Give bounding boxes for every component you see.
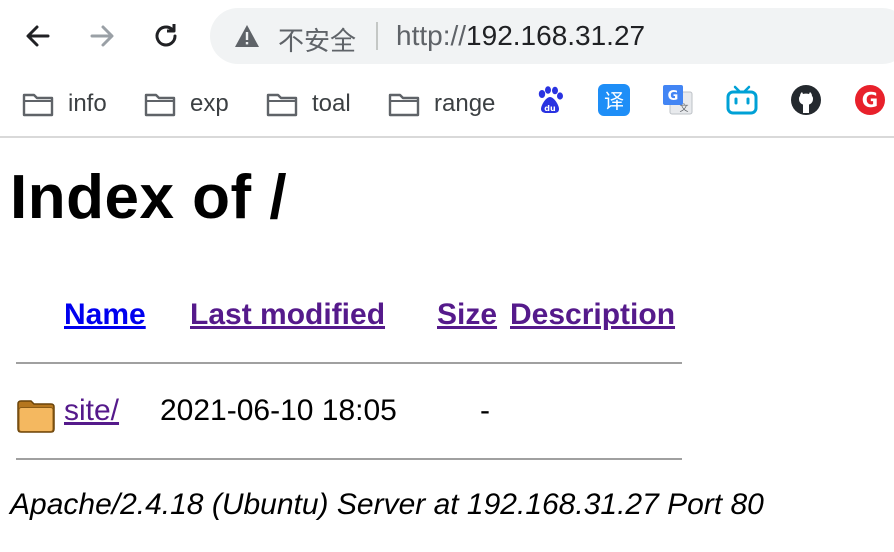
- sort-by-last-modified-link[interactable]: Last modified: [190, 298, 385, 332]
- svg-text:G: G: [862, 88, 878, 112]
- folder-icon: [388, 93, 420, 117]
- bilibili-icon[interactable]: [726, 84, 758, 116]
- bookmark-info[interactable]: info: [22, 84, 107, 124]
- forward-arrow-icon: [90, 25, 114, 47]
- browser-toolbar: 不安全 http://192.168.31.27: [0, 0, 894, 72]
- google-translate-icon[interactable]: G 文: [662, 84, 694, 116]
- forward-button[interactable]: [80, 14, 124, 58]
- size-value: -: [480, 394, 490, 427]
- address-bar[interactable]: 不安全 http://192.168.31.27: [210, 8, 894, 64]
- url-scheme: http://: [396, 20, 467, 51]
- warning-icon[interactable]: [234, 24, 260, 48]
- sort-by-description-link[interactable]: Description: [510, 298, 675, 332]
- bookmark-range[interactable]: range: [388, 84, 495, 124]
- folder-icon: [144, 93, 176, 117]
- url-text[interactable]: http://192.168.31.27: [396, 20, 645, 52]
- page-title: Index of /: [10, 163, 288, 232]
- directory-link[interactable]: site/: [64, 394, 119, 428]
- back-arrow-icon: [26, 25, 50, 47]
- bookmark-toal[interactable]: toal: [266, 84, 351, 124]
- bookmark-label: info: [68, 90, 107, 117]
- sort-by-name-link[interactable]: Name: [64, 298, 146, 332]
- not-secure-label[interactable]: 不安全: [278, 21, 356, 58]
- svg-text:文: 文: [679, 102, 688, 114]
- folder-icon: [266, 93, 298, 117]
- bookmarks-bar: info exp toal range: [0, 72, 894, 138]
- back-button[interactable]: [16, 14, 60, 58]
- url-host: 192.168.31.27: [466, 20, 646, 51]
- svg-text:G: G: [668, 89, 679, 104]
- header-divider: [16, 362, 682, 364]
- reload-button[interactable]: [144, 14, 188, 58]
- folder-icon: [17, 400, 55, 433]
- footer-divider: [16, 458, 682, 460]
- address-separator: [376, 22, 378, 50]
- bookmark-label: toal: [312, 90, 351, 117]
- svg-text:译: 译: [604, 89, 624, 113]
- bookmark-label: exp: [190, 90, 229, 117]
- svg-text:du: du: [544, 104, 556, 113]
- folder-icon: [22, 93, 54, 117]
- last-modified-value: 2021-06-10 18:05: [160, 394, 397, 427]
- baidu-icon[interactable]: du: [534, 84, 566, 116]
- github-icon[interactable]: [790, 84, 822, 116]
- bookmark-exp[interactable]: exp: [144, 84, 229, 124]
- g-icon[interactable]: G: [854, 84, 886, 116]
- translate-icon[interactable]: 译: [598, 84, 630, 116]
- reload-icon: [155, 24, 177, 47]
- server-signature: Apache/2.4.18 (Ubuntu) Server at 192.168…: [10, 488, 764, 521]
- bookmark-label: range: [434, 90, 496, 117]
- sort-by-size-link[interactable]: Size: [437, 298, 497, 332]
